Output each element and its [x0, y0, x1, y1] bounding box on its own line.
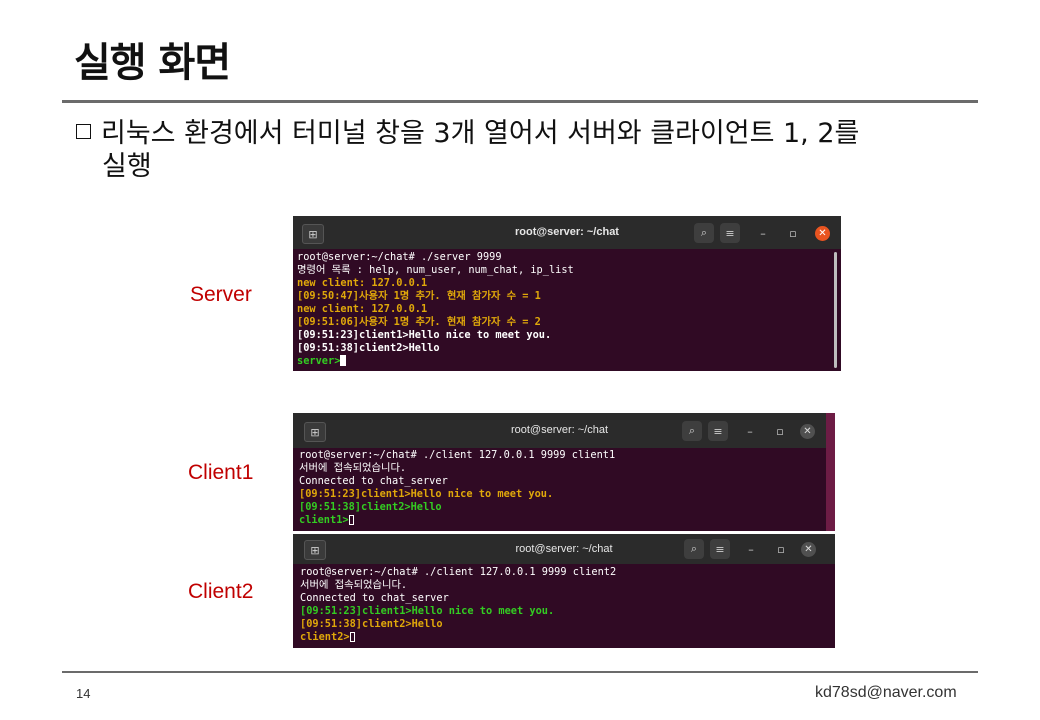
server-msg-1: [09:51:23]client1>Hello nice to meet you… [297, 329, 552, 341]
client2-msg-2-time: [09:51:38] [300, 618, 362, 630]
author-email: kd78sd@naver.com [815, 684, 957, 701]
client1-cmd: root@server:~/chat# ./client 127.0.0.1 9… [299, 449, 616, 461]
server-msg-2: [09:51:38]client2>Hello [297, 342, 440, 354]
client2-cmd: root@server:~/chat# ./client 127.0.0.1 9… [300, 566, 617, 578]
close-icon[interactable]: ✕ [815, 226, 830, 241]
client1-prompt: client1> [299, 514, 349, 526]
server-new-client-2: new client: 127.0.0.1 [297, 303, 428, 315]
search-icon[interactable]: ⌕ [684, 539, 704, 559]
server-prompt: server> [297, 355, 341, 367]
server-label: Server [190, 283, 252, 306]
title-divider [62, 100, 978, 103]
client1-msg-1: [09:51:23]client1>Hello nice to meet you… [299, 488, 554, 500]
maximize-icon[interactable]: ▫ [785, 224, 801, 242]
bullet-square-icon [76, 124, 91, 139]
client1-msg-2-text: client2>Hello [361, 501, 442, 513]
scrollbar[interactable] [834, 252, 837, 368]
desktop-edge [826, 413, 835, 531]
server-new-client-1: new client: 127.0.0.1 [297, 277, 428, 289]
server-titlebar[interactable]: ⊞ root@server: ~/chat ⌕ ≡ – ▫ ✕ [293, 216, 841, 249]
minimize-icon[interactable]: – [755, 224, 771, 242]
bullet-text: 리눅스 환경에서 터미널 창을 3개 열어서 서버와 클라이언트 1, 2를 실… [76, 117, 936, 183]
client1-msg-2-time: [09:51:38] [299, 501, 361, 513]
bullet-line-1: 리눅스 환경에서 터미널 창을 3개 열어서 서버와 클라이언트 1, 2를 [101, 118, 860, 149]
search-icon[interactable]: ⌕ [694, 223, 714, 243]
client2-msg-2-text: client2>Hello [362, 618, 443, 630]
cursor [348, 515, 354, 525]
server-terminal-window[interactable]: ⊞ root@server: ~/chat ⌕ ≡ – ▫ ✕ root@ser… [293, 216, 841, 371]
client2-msg-1: [09:51:23]client1>Hello nice to meet you… [300, 605, 555, 617]
client2-terminal-output[interactable]: root@server:~/chat# ./client 127.0.0.1 9… [300, 566, 616, 644]
page-number: 14 [76, 686, 91, 701]
search-icon[interactable]: ⌕ [682, 421, 702, 441]
minimize-icon[interactable]: – [742, 422, 758, 440]
client2-connected: Connected to chat_server [300, 592, 449, 604]
bullet-line-2: 실행 [102, 151, 152, 182]
maximize-icon[interactable]: ▫ [773, 540, 789, 558]
maximize-icon[interactable]: ▫ [772, 422, 788, 440]
hamburger-menu-icon[interactable]: ≡ [708, 421, 728, 441]
server-join-1: [09:50:47]사용자 1명 추가. 현재 참가자 수 = 1 [297, 290, 541, 302]
client2-prompt: client2> [300, 631, 350, 643]
client2-terminal-window[interactable]: ⊞ root@server: ~/chat ⌕ ≡ – ▫ ✕ root@ser… [293, 534, 835, 648]
client2-titlebar[interactable]: ⊞ root@server: ~/chat ⌕ ≡ – ▫ ✕ [293, 534, 835, 564]
footer-divider [62, 671, 978, 673]
client2-connected-kr: 서버에 접속되었습니다. [300, 579, 408, 591]
client1-connected: Connected to chat_server [299, 475, 448, 487]
hamburger-menu-icon[interactable]: ≡ [720, 223, 740, 243]
server-cmd: root@server:~/chat# ./server 9999 [297, 251, 502, 263]
close-icon[interactable]: ✕ [800, 424, 815, 439]
client2-label: Client2 [188, 580, 254, 603]
client1-label: Client1 [188, 461, 254, 484]
client1-terminal-output[interactable]: root@server:~/chat# ./client 127.0.0.1 9… [299, 449, 615, 527]
hamburger-menu-icon[interactable]: ≡ [710, 539, 730, 559]
client1-terminal-window[interactable]: ⊞ root@server: ~/chat ⌕ ≡ – ▫ ✕ root@ser… [293, 413, 826, 531]
client1-connected-kr: 서버에 접속되었습니다. [299, 462, 407, 474]
minimize-icon[interactable]: – [743, 540, 759, 558]
close-icon[interactable]: ✕ [801, 542, 816, 557]
slide-title: 실행 화면 [74, 40, 231, 86]
client1-titlebar[interactable]: ⊞ root@server: ~/chat ⌕ ≡ – ▫ ✕ [293, 413, 826, 448]
cursor [349, 632, 355, 642]
server-help: 명령어 목록 : help, num_user, num_chat, ip_li… [297, 264, 574, 276]
cursor [340, 355, 347, 366]
server-terminal-output[interactable]: root@server:~/chat# ./server 9999 명령어 목록… [297, 251, 574, 368]
server-join-2: [09:51:06]사용자 1명 추가. 현재 참가자 수 = 2 [297, 316, 541, 328]
